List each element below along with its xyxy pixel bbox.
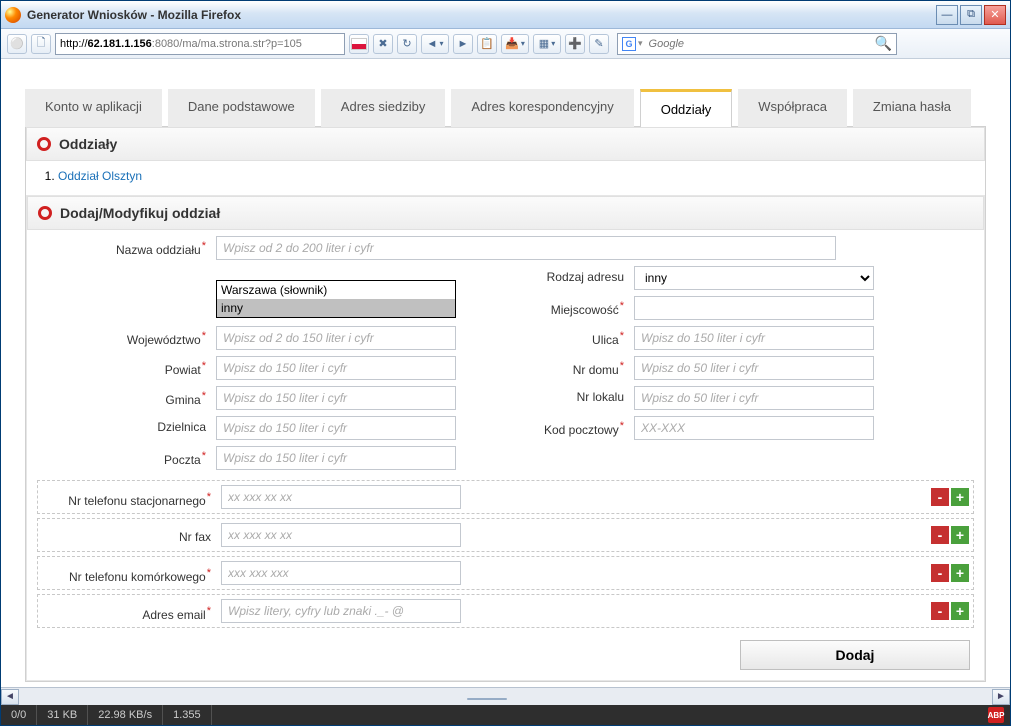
label-fax: Nr fax — [42, 526, 217, 544]
tab-dane[interactable]: Dane podstawowe — [168, 89, 315, 127]
page-info-icon[interactable]: 🗋 — [31, 34, 51, 54]
input-poczta[interactable] — [216, 446, 456, 470]
label-nrlokalu: Nr lokalu — [460, 386, 630, 410]
back-button[interactable]: ◄ — [421, 34, 449, 54]
input-dzielnica[interactable] — [216, 416, 456, 440]
label-nazwa: Nazwa oddziału — [37, 236, 212, 260]
tab-bar: Konto w aplikacji Dane podstawowe Adres … — [25, 89, 986, 127]
label-kod: Kod pocztowy — [460, 416, 630, 440]
label-powiat: Powiat — [37, 356, 212, 380]
search-icon[interactable]: 🔍 — [875, 35, 892, 52]
tab-haslo[interactable]: Zmiana hasła — [853, 89, 971, 127]
input-telstac[interactable] — [221, 485, 461, 509]
remove-button[interactable]: - — [931, 526, 949, 544]
search-bar[interactable]: G ▾ 🔍 — [617, 33, 897, 55]
window-titlebar: Generator Wniosków - Mozilla Firefox — ⧉… — [1, 1, 1010, 29]
label-poczta: Poczta — [37, 446, 212, 470]
input-nrdomu[interactable] — [634, 356, 874, 380]
label-nrdomu: Nr domu — [460, 356, 630, 380]
firefox-icon — [5, 7, 21, 23]
browser-toolbar: ⚪ 🗋 http://62.181.1.156:8080/ma/ma.stron… — [1, 29, 1010, 59]
tab-oddzialy[interactable]: Oddziały — [640, 89, 733, 127]
close-button[interactable]: ✕ — [984, 5, 1006, 25]
add-button[interactable]: + — [951, 564, 969, 582]
scroll-left-icon[interactable]: ◄ — [1, 689, 19, 705]
input-miejscowosc[interactable] — [634, 296, 874, 320]
google-icon: G — [622, 37, 636, 51]
scroll-thumb[interactable] — [467, 698, 507, 700]
tool-icon-1[interactable]: 📋 — [477, 34, 497, 54]
panel-list-title: Oddziały — [59, 136, 117, 152]
label-telstac: Nr telefonu stacjonarnego — [42, 487, 217, 508]
tab-siedziby[interactable]: Adres siedziby — [321, 89, 446, 127]
add-button[interactable]: + — [951, 488, 969, 506]
status-size: 31 KB — [37, 705, 88, 725]
tab-koresp[interactable]: Adres korespondencyjny — [451, 89, 633, 127]
label-ulica: Ulica — [460, 326, 630, 350]
label-dzielnica: Dzielnica — [37, 416, 212, 440]
section-icon — [37, 137, 51, 151]
tab-wspolpraca[interactable]: Współpraca — [738, 89, 847, 127]
window-title: Generator Wniosków - Mozilla Firefox — [27, 8, 936, 22]
tool-icon-5[interactable]: ✎ — [589, 34, 609, 54]
label-gmina: Gmina — [37, 386, 212, 410]
flag-icon — [349, 34, 369, 54]
url-bar[interactable]: http://62.181.1.156:8080/ma/ma.strona.st… — [55, 33, 345, 55]
status-bar: 0/0 31 KB 22.98 KB/s 1.355 ABP — [1, 705, 1010, 725]
label-email: Adres email — [42, 601, 217, 622]
input-telkom[interactable] — [221, 561, 461, 585]
status-time: 1.355 — [163, 705, 212, 725]
remove-button[interactable]: - — [931, 488, 949, 506]
status-progress: 0/0 — [1, 705, 37, 725]
input-powiat[interactable] — [216, 356, 456, 380]
panel-list-header: Oddziały — [26, 127, 985, 161]
tool-icon-2[interactable]: 📥 — [501, 34, 529, 54]
input-fax[interactable] — [221, 523, 461, 547]
select-rodzaj[interactable]: inny — [634, 266, 874, 290]
label-telkom: Nr telefonu komórkowego — [42, 563, 217, 584]
minimize-button[interactable]: — — [936, 5, 958, 25]
label-woj: Województwo — [37, 326, 212, 350]
row-fax: Nr fax - + — [37, 518, 974, 552]
input-nrlokalu[interactable] — [634, 386, 874, 410]
remove-button[interactable]: - — [931, 602, 949, 620]
tab-konto[interactable]: Konto w aplikacji — [25, 89, 162, 127]
input-gmina[interactable] — [216, 386, 456, 410]
submit-add-button[interactable]: Dodaj — [740, 640, 970, 670]
label-miejscowosc: Miejscowość — [460, 296, 630, 320]
row-email: Adres email - + — [37, 594, 974, 628]
branch-link[interactable]: Oddział Olsztyn — [58, 169, 142, 183]
search-input[interactable] — [649, 38, 875, 50]
tool-icon-4[interactable]: ➕ — [565, 34, 585, 54]
row-telkom: Nr telefonu komórkowego - + — [37, 556, 974, 590]
input-nazwa[interactable] — [216, 236, 836, 260]
add-button[interactable]: + — [951, 526, 969, 544]
stop-icon[interactable]: ✖ — [373, 34, 393, 54]
input-kod[interactable] — [634, 416, 874, 440]
dropdown-option-selected[interactable]: inny — [217, 299, 455, 317]
identity-icon[interactable]: ⚪ — [7, 34, 27, 54]
reload-icon[interactable]: ↻ — [397, 34, 417, 54]
panel-form-header: Dodaj/Modyfikuj oddział — [27, 196, 984, 230]
branch-list: Oddział Olsztyn — [40, 169, 971, 183]
abp-icon[interactable]: ABP — [988, 707, 1004, 723]
scroll-right-icon[interactable]: ► — [992, 689, 1010, 705]
status-speed: 22.98 KB/s — [88, 705, 163, 725]
tool-icon-3[interactable]: ▦ — [533, 34, 561, 54]
remove-button[interactable]: - — [931, 564, 949, 582]
add-button[interactable]: + — [951, 602, 969, 620]
dropdown-rodzaj-open[interactable]: Warszawa (słownik) inny — [216, 280, 456, 318]
input-woj[interactable] — [216, 326, 456, 350]
section-icon — [38, 206, 52, 220]
forward-button[interactable]: ► — [453, 34, 473, 54]
input-ulica[interactable] — [634, 326, 874, 350]
maximize-button[interactable]: ⧉ — [960, 5, 982, 25]
row-telstac: Nr telefonu stacjonarnego - + — [37, 480, 974, 514]
horizontal-scrollbar[interactable]: ◄ ► — [1, 687, 1010, 705]
input-email[interactable] — [221, 599, 461, 623]
panel-form-title: Dodaj/Modyfikuj oddział — [60, 205, 220, 221]
dropdown-option[interactable]: Warszawa (słownik) — [217, 281, 455, 299]
page-content: Konto w aplikacji Dane podstawowe Adres … — [1, 59, 1010, 687]
label-rodzaj: Rodzaj adresu — [460, 266, 630, 290]
